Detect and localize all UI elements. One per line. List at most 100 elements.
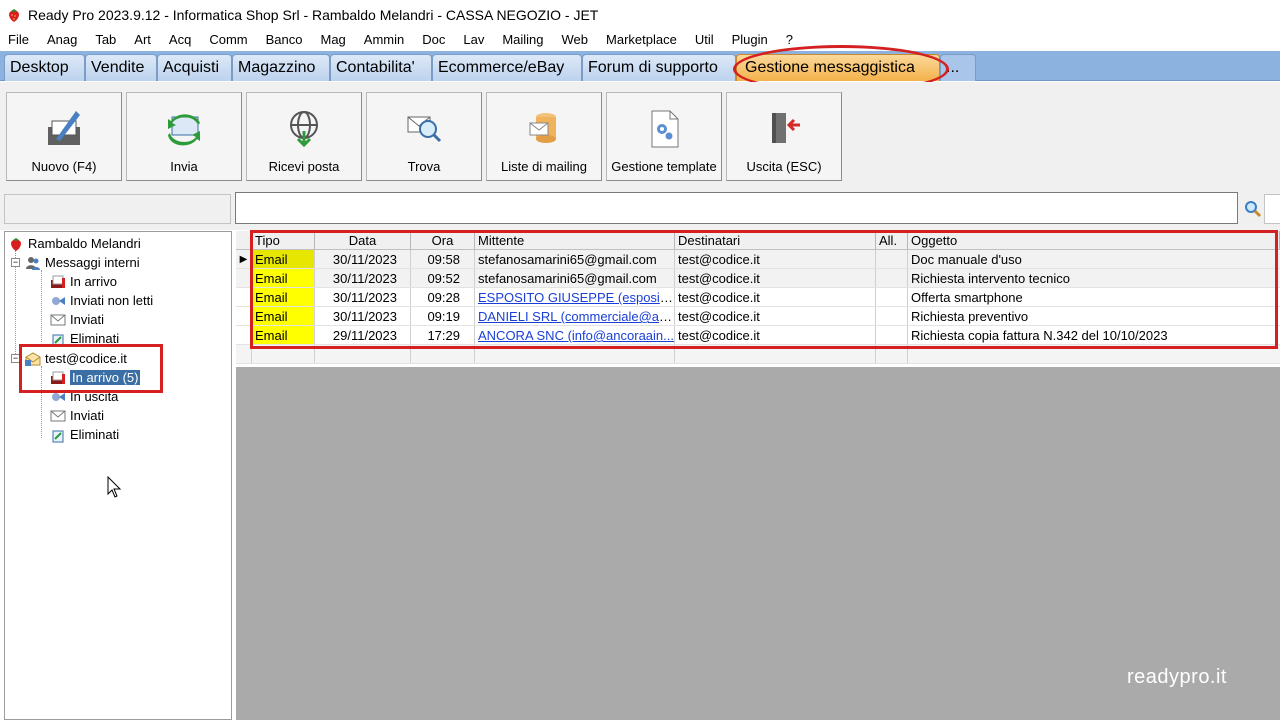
tree-connector	[41, 270, 42, 342]
templates-label: Gestione template	[611, 159, 717, 174]
menu-anag[interactable]: Anag	[38, 30, 86, 50]
search-input[interactable]	[235, 192, 1238, 224]
unread-sent-icon	[52, 296, 65, 305]
send-button[interactable]: Invia	[126, 92, 242, 181]
tree-user-root[interactable]: Rambaldo Melandri	[7, 234, 141, 253]
sender-link[interactable]: ESPOSITO GIUSEPPE (esposito...	[478, 290, 674, 305]
tab-acquisti[interactable]: Acquisti	[157, 54, 232, 81]
menu-banco[interactable]: Banco	[257, 30, 312, 50]
tree-item-label-selected: In arrivo (5)	[70, 370, 141, 385]
sender-link[interactable]: DANIELI SRL (commerciale@azi...	[478, 309, 674, 324]
tree-item-label: Inviati non letti	[70, 293, 154, 308]
menu-tab[interactable]: Tab	[86, 30, 125, 50]
tree-account-deleted[interactable]: Eliminati	[49, 425, 119, 444]
cell-data: 30/11/2023	[315, 288, 411, 306]
inbox-icon	[51, 371, 65, 384]
trash-icon	[52, 430, 64, 442]
tree-internal-deleted[interactable]: Eliminati	[49, 329, 119, 348]
menu-plugin[interactable]: Plugin	[723, 30, 777, 50]
column-header-destinatari[interactable]: Destinatari	[675, 231, 876, 249]
tree-account[interactable]: − test@codice.it	[11, 349, 127, 368]
tab-contabilita[interactable]: Contabilita'	[330, 54, 432, 81]
cell-tipo: Email	[252, 288, 315, 306]
cell-oggetto: Richiesta intervento tecnico	[911, 271, 1070, 286]
menu-lav[interactable]: Lav	[454, 30, 493, 50]
menu-util[interactable]: Util	[686, 30, 723, 50]
menu-acq[interactable]: Acq	[160, 30, 200, 50]
column-header-mittente[interactable]: Mittente	[475, 231, 675, 249]
collapse-toggle[interactable]: −	[11, 354, 20, 363]
tab-more[interactable]: ...	[940, 54, 976, 81]
column-header-data[interactable]: Data	[315, 231, 411, 249]
cell-ora: 09:58	[411, 250, 475, 268]
tree-account-inbox[interactable]: In arrivo (5)	[49, 368, 141, 387]
column-header-oggetto[interactable]: Oggetto	[908, 231, 1280, 249]
menu-help[interactable]: ?	[777, 30, 802, 50]
empty-cell	[675, 345, 876, 363]
mail-account-icon	[25, 351, 41, 366]
exit-button[interactable]: Uscita (ESC)	[726, 92, 842, 181]
table-row[interactable]: Email 30/11/2023 09:28 ESPOSITO GIUSEPPE…	[236, 288, 1280, 307]
menu-art[interactable]: Art	[125, 30, 160, 50]
table-row[interactable]: Email 29/11/2023 17:29 ANCORA SNC (info@…	[236, 326, 1280, 345]
row-pointer-icon: ▶	[236, 250, 252, 268]
cell-ora: 09:19	[411, 307, 475, 325]
search-strip	[0, 186, 1280, 230]
column-header-ora[interactable]: Ora	[411, 231, 475, 249]
receive-mail-button[interactable]: Ricevi posta	[246, 92, 362, 181]
tree-account-sent[interactable]: Inviati	[49, 406, 104, 425]
menu-mailing[interactable]: Mailing	[493, 30, 552, 50]
menu-mag[interactable]: Mag	[311, 30, 354, 50]
table-row[interactable]: ▶ Email 30/11/2023 09:58 stefanosamarini…	[236, 250, 1280, 269]
tree-internal-inbox[interactable]: In arrivo	[49, 272, 117, 291]
users-icon	[26, 256, 40, 270]
trash-icon	[52, 334, 64, 346]
search-icon[interactable]	[1244, 200, 1262, 218]
toolbar: Nuovo (F4) Invia Ricevi posta Trova List…	[0, 82, 1280, 186]
new-message-button[interactable]: Nuovo (F4)	[6, 92, 122, 181]
tab-ecommerce-ebay[interactable]: Ecommerce/eBay	[432, 54, 582, 81]
mailing-lists-button[interactable]: Liste di mailing	[486, 92, 602, 181]
find-button[interactable]: Trova	[366, 92, 482, 181]
tree-internal-messages[interactable]: − Messaggi interni	[11, 253, 140, 272]
mouse-cursor-icon	[107, 476, 122, 498]
header-indicator	[236, 231, 252, 249]
collapse-toggle[interactable]: −	[11, 258, 20, 267]
empty-cell	[876, 345, 908, 363]
menu-comm[interactable]: Comm	[200, 30, 256, 50]
column-header-tipo[interactable]: Tipo	[252, 231, 315, 249]
row-indicator	[236, 288, 252, 306]
row-indicator	[236, 307, 252, 325]
column-header-allegati[interactable]: All.	[876, 231, 908, 249]
tab-gestione-messaggistica[interactable]: Gestione messaggistica	[736, 54, 940, 81]
empty-cell	[252, 345, 315, 363]
cell-mittente: stefanosamarini65@gmail.com	[475, 250, 675, 268]
menu-web[interactable]: Web	[553, 30, 598, 50]
tab-forum-di-supporto[interactable]: Forum di supporto	[582, 54, 736, 81]
table-row[interactable]: Email 30/11/2023 09:19 DANIELI SRL (comm…	[236, 307, 1280, 326]
sender-link[interactable]: ANCORA SNC (info@ancoraain...	[478, 328, 674, 343]
strawberry-icon	[11, 237, 21, 251]
search-option-field[interactable]	[1264, 194, 1280, 224]
menu-ammin[interactable]: Ammin	[355, 30, 413, 50]
tree-internal-unread-sent[interactable]: Inviati non letti	[49, 291, 153, 310]
tab-desktop[interactable]: Desktop	[4, 54, 85, 81]
tab-vendite[interactable]: Vendite	[85, 54, 157, 81]
strawberry-icon	[9, 9, 19, 22]
cell-destinatari: test@codice.it	[675, 307, 876, 325]
menu-file[interactable]: File	[0, 30, 38, 50]
templates-button[interactable]: Gestione template	[606, 92, 722, 181]
menu-marketplace[interactable]: Marketplace	[597, 30, 686, 50]
cell-oggetto: Offerta smartphone	[911, 290, 1023, 305]
message-grid: Tipo Data Ora Mittente Destinatari All. …	[236, 231, 1280, 367]
magnifier-envelope-icon	[407, 116, 442, 143]
table-row[interactable]: Email 30/11/2023 09:52 stefanosamarini65…	[236, 269, 1280, 288]
menu-doc[interactable]: Doc	[413, 30, 454, 50]
tree-account-outbox[interactable]: In uscita	[49, 387, 118, 406]
tree-internal-sent[interactable]: Inviati	[49, 310, 104, 329]
empty-cell	[475, 345, 675, 363]
tab-magazzino[interactable]: Magazzino	[232, 54, 330, 81]
send-icon	[168, 114, 200, 146]
sent-envelope-icon	[50, 314, 66, 325]
receive-mail-label: Ricevi posta	[268, 159, 340, 174]
